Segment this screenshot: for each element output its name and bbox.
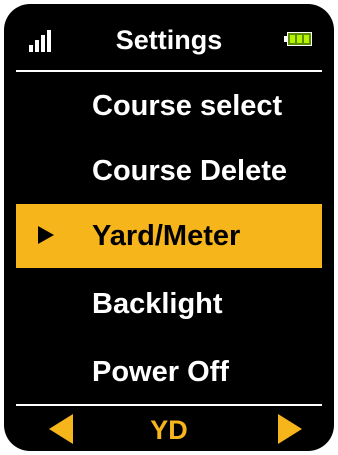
menu-item-yard-meter[interactable]: Yard/Meter (16, 204, 322, 268)
menu-item-course-delete[interactable]: Course Delete (16, 139, 322, 203)
status-bar: Settings (16, 4, 322, 72)
device-screen: Settings Course select Course Delete Yar… (4, 4, 334, 451)
menu-item-backlight[interactable]: Backlight (16, 272, 322, 336)
triangle-right-icon (38, 226, 54, 244)
menu-item-label: Power Off (92, 356, 229, 388)
menu-item-power-off[interactable]: Power Off (16, 340, 322, 404)
menu-item-course-select[interactable]: Course select (16, 74, 322, 138)
battery-full-icon (284, 32, 314, 46)
page-title: Settings (115, 25, 223, 55)
menu-item-label: Yard/Meter (92, 220, 241, 252)
value-selector-bar: YD (16, 404, 322, 451)
menu-item-label: Course Delete (92, 155, 288, 187)
unit-value: YD (150, 415, 188, 445)
menu-item-label: Course select (92, 90, 283, 122)
menu-item-label: Backlight (92, 288, 223, 320)
arrow-right-icon[interactable] (278, 414, 302, 444)
